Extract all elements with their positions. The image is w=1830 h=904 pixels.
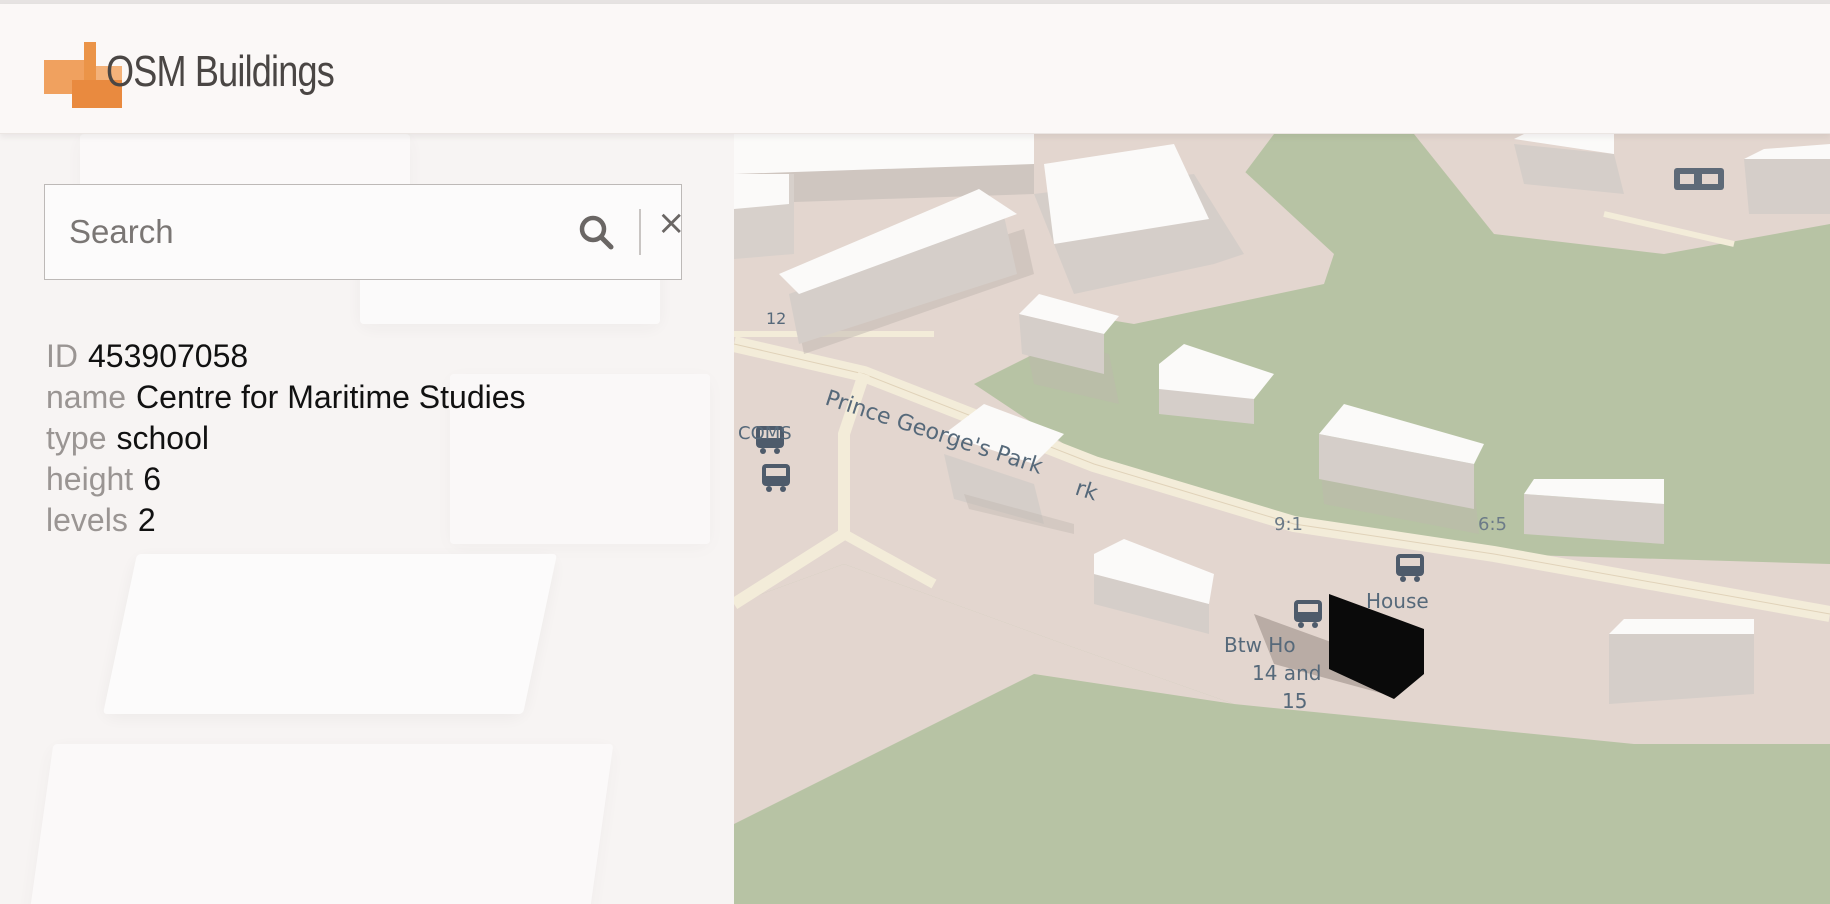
property-value: school <box>116 420 209 456</box>
property-levels: levels 2 <box>46 500 526 541</box>
app-logo[interactable]: OSM Buildings <box>44 32 384 112</box>
logo-mark-icon <box>44 36 122 108</box>
map-label-stop-time-b: 6:5 <box>1478 514 1507 535</box>
map-label-btw-3: 15 <box>1282 689 1307 713</box>
parking-icon <box>1674 168 1724 190</box>
search-divider <box>639 209 641 255</box>
app-name: OSM Buildings <box>105 47 335 96</box>
property-key: ID <box>46 338 78 374</box>
property-height: height 6 <box>46 459 526 500</box>
property-key: type <box>46 420 107 456</box>
map-view[interactable]: Prince George's Park rk COMS 12 9:1 6:5 … <box>734 134 1830 904</box>
close-icon[interactable]: × <box>657 203 686 243</box>
building-properties: ID 453907058 name Centre for Maritime Stud… <box>46 336 526 541</box>
building[interactable] <box>1744 144 1830 214</box>
property-name: name Centre for Maritime Studies <box>46 377 526 418</box>
property-key: levels <box>46 502 128 538</box>
background-building <box>26 744 614 904</box>
property-id: ID 453907058 <box>46 336 526 377</box>
building[interactable] <box>734 174 794 259</box>
building[interactable] <box>1609 619 1754 704</box>
background-building <box>102 554 558 714</box>
property-key: name <box>46 379 127 415</box>
property-value: 2 <box>137 502 156 538</box>
property-value: 6 <box>143 461 161 497</box>
property-type: type school <box>46 418 526 459</box>
search-box: × <box>44 184 686 280</box>
property-value: Centre for Maritime Studies <box>136 379 526 415</box>
map-label-btw-2: 14 and <box>1252 661 1321 685</box>
search-input[interactable] <box>69 207 539 257</box>
map-label-stop-time-a: 9:1 <box>1274 514 1303 535</box>
app-header: OSM Buildings <box>0 4 1830 134</box>
map-canvas[interactable]: Prince George's Park rk COMS 12 9:1 6:5 … <box>734 134 1830 904</box>
property-key: height <box>46 461 134 497</box>
search-icon[interactable] <box>577 213 617 253</box>
map-label-house: House <box>1366 589 1429 613</box>
map-label-number: 12 <box>766 309 786 328</box>
map-label-left: COMS <box>738 423 792 444</box>
map-label-btw-1: Btw Ho <box>1224 633 1296 657</box>
building[interactable] <box>1524 479 1664 544</box>
property-value: 453907058 <box>88 338 249 374</box>
